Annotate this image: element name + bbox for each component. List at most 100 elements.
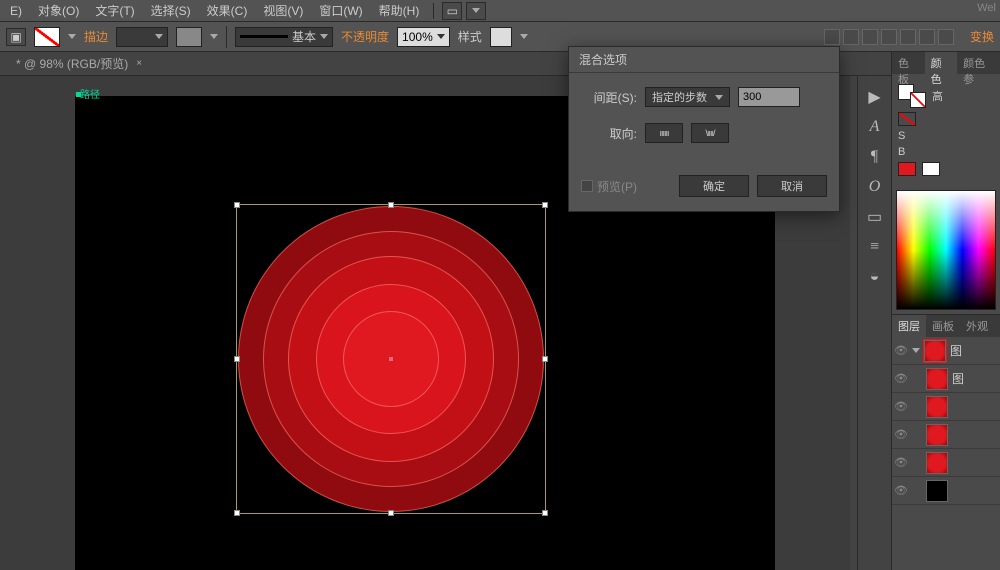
red-swatch[interactable]: [898, 162, 916, 176]
fill-stroke-indicator[interactable]: [898, 84, 926, 108]
layer-row[interactable]: 👁: [892, 477, 1000, 505]
visibility-icon[interactable]: 👁: [894, 428, 908, 442]
label-b: B: [898, 146, 905, 158]
handle-tr[interactable]: [542, 202, 548, 208]
close-icon[interactable]: ×: [136, 58, 142, 69]
menu-edit[interactable]: E): [4, 2, 28, 20]
handle-tl[interactable]: [234, 202, 240, 208]
align-icon-6[interactable]: [919, 29, 935, 45]
preview-checkbox[interactable]: 预览(P): [581, 178, 637, 195]
fill-swatch[interactable]: [34, 27, 60, 47]
fill-dropdown[interactable]: [68, 34, 76, 39]
spacing-mode-select[interactable]: 指定的步数: [645, 87, 730, 107]
tab-color-guide[interactable]: 颜色参: [957, 52, 1000, 74]
align-icon-1[interactable]: [824, 29, 840, 45]
handle-l[interactable]: [234, 356, 240, 362]
doc-setup-icon[interactable]: ▭: [442, 2, 462, 20]
expand-icon[interactable]: [912, 348, 920, 353]
stroke-swatch[interactable]: [176, 27, 202, 47]
layer-row-group[interactable]: 👁 图: [892, 337, 1000, 365]
document-tab[interactable]: * @ 98% (RGB/预览) ×: [8, 52, 150, 75]
dialog-title[interactable]: 混合选项: [569, 47, 839, 73]
play-icon[interactable]: ▶: [864, 86, 886, 108]
lines-icon[interactable]: ≡: [864, 236, 886, 258]
opacity-label: 不透明度: [341, 28, 389, 45]
layers-panel: 图层 画板 外观 👁 图 👁图 👁 👁 👁 👁: [892, 314, 1000, 505]
brand-label: Wel: [977, 2, 996, 14]
arrange-icon[interactable]: [466, 2, 486, 20]
layer-name: 图: [950, 342, 962, 359]
align-icon-3[interactable]: [862, 29, 878, 45]
blend-options-dialog: 混合选项 间距(S): 指定的步数 取向: ıııııı \ıııı/ 预览(P…: [568, 46, 840, 212]
tab-swatches[interactable]: 色板: [892, 52, 925, 74]
orientation-label: 取向:: [581, 125, 637, 142]
menu-object[interactable]: 对象(O): [32, 0, 85, 21]
handle-t[interactable]: [388, 202, 394, 208]
color-panel-tabs: 色板 颜色 颜色参: [892, 52, 1000, 74]
divider: [433, 3, 434, 19]
visibility-icon[interactable]: 👁: [894, 400, 908, 414]
transform-label[interactable]: 变换: [970, 28, 994, 45]
paragraph-icon[interactable]: ¶: [864, 146, 886, 168]
menu-bar: E) 对象(O) 文字(T) 选择(S) 效果(C) 视图(V) 窗口(W) 帮…: [0, 0, 1000, 22]
visibility-icon[interactable]: 👁: [894, 344, 908, 358]
handle-bl[interactable]: [234, 510, 240, 516]
libraries-icon[interactable]: ▭: [864, 206, 886, 228]
visibility-icon[interactable]: 👁: [894, 372, 908, 386]
ok-button[interactable]: 确定: [679, 175, 749, 197]
style-dropdown[interactable]: [520, 34, 528, 39]
menu-type[interactable]: 文字(T): [89, 0, 140, 21]
type-tool-icon[interactable]: A: [864, 116, 886, 138]
layer-row[interactable]: 👁: [892, 421, 1000, 449]
menu-help[interactable]: 帮助(H): [373, 0, 426, 21]
orient-align-path[interactable]: \ıııı/: [691, 123, 729, 143]
orient-align-page[interactable]: ıııııı: [645, 123, 683, 143]
tab-appearance[interactable]: 外观: [960, 315, 994, 337]
visibility-icon[interactable]: 👁: [894, 456, 908, 470]
opacity-input[interactable]: 100%: [397, 27, 450, 47]
spacing-label: 间距(S):: [581, 89, 637, 106]
menu-window[interactable]: 窗口(W): [313, 0, 368, 21]
cancel-button[interactable]: 取消: [757, 175, 827, 197]
layer-row[interactable]: 👁图: [892, 365, 1000, 393]
none-swatch[interactable]: [898, 112, 916, 126]
layer-thumb: [924, 340, 946, 362]
path-anchor: [76, 92, 81, 97]
bounding-box[interactable]: [236, 204, 546, 514]
tab-layers[interactable]: 图层: [892, 315, 926, 337]
appearance-icon[interactable]: ◒: [864, 266, 886, 288]
stroke-label: 描边: [84, 28, 108, 45]
selection-icon[interactable]: ▣: [6, 28, 26, 46]
align-icon-7[interactable]: [938, 29, 954, 45]
options-bar: ▣ 描边 基本 不透明度 100% 样式 变换: [0, 22, 1000, 52]
color-panel: 高 S B: [892, 74, 1000, 186]
handle-br[interactable]: [542, 510, 548, 516]
align-icon-4[interactable]: [881, 29, 897, 45]
layer-row[interactable]: 👁: [892, 449, 1000, 477]
label-h: 高: [932, 88, 943, 104]
layer-thumb: [926, 368, 948, 390]
white-swatch[interactable]: [922, 162, 940, 176]
menu-effect[interactable]: 效果(C): [201, 0, 254, 21]
style-swatch[interactable]: [490, 27, 512, 47]
document-tab-bar: * @ 98% (RGB/预览) ×: [0, 52, 1000, 76]
align-icon-2[interactable]: [843, 29, 859, 45]
stroke-weight[interactable]: [116, 27, 168, 47]
path-label: 路径: [80, 86, 100, 101]
tab-artboards[interactable]: 画板: [926, 315, 960, 337]
color-spectrum[interactable]: [896, 190, 996, 310]
tab-color[interactable]: 颜色: [925, 52, 958, 74]
document-title: * @ 98% (RGB/预览): [16, 55, 128, 72]
handle-r[interactable]: [542, 356, 548, 362]
right-panels: 色板 颜色 颜色参 高 S B 图层 画板 外观 👁 图 👁图 👁 �: [891, 52, 1000, 570]
stroke-dropdown[interactable]: [210, 34, 218, 39]
handle-b[interactable]: [388, 510, 394, 516]
opentype-icon[interactable]: O: [864, 176, 886, 198]
menu-view[interactable]: 视图(V): [257, 0, 309, 21]
menu-select[interactable]: 选择(S): [145, 0, 197, 21]
stroke-profile[interactable]: 基本: [235, 27, 333, 47]
align-icon-5[interactable]: [900, 29, 916, 45]
visibility-icon[interactable]: 👁: [894, 484, 908, 498]
layer-row[interactable]: 👁: [892, 393, 1000, 421]
spacing-steps-input[interactable]: [738, 87, 800, 107]
